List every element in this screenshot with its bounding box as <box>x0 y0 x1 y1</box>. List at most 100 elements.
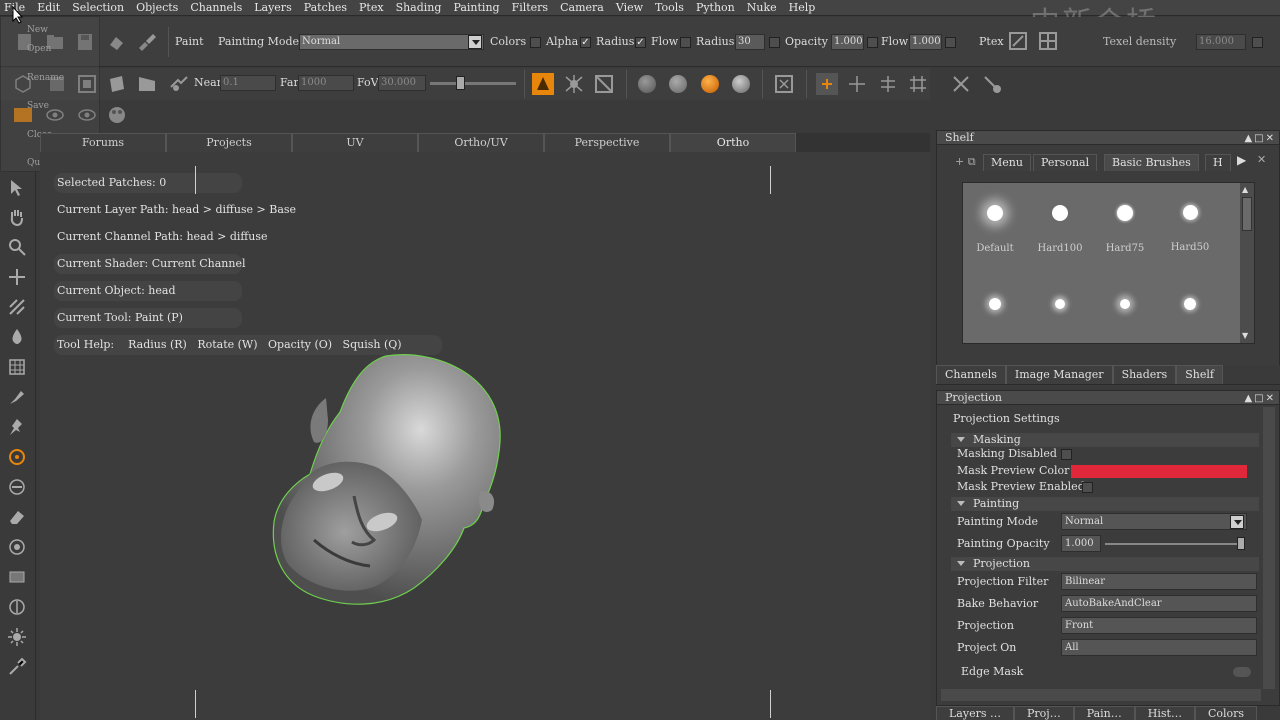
texel-density-input[interactable]: 16.000 <box>1196 34 1246 50</box>
painting-section[interactable]: Painting <box>951 497 1259 511</box>
tab-channels[interactable]: Channels <box>936 365 1006 384</box>
alpha-checkbox[interactable]: ✓ <box>580 37 591 48</box>
menu-tools[interactable]: Tools <box>649 0 690 16</box>
painting-mode-select[interactable]: Normal <box>299 34 484 50</box>
pin-tool-icon[interactable] <box>7 417 27 437</box>
select-tool-icon[interactable] <box>7 178 27 198</box>
move-tool-icon[interactable] <box>7 267 27 287</box>
brush-tool-icon[interactable] <box>136 31 158 53</box>
blur-tool-icon[interactable] <box>7 537 27 557</box>
tab-history[interactable]: Hist… <box>1134 706 1195 720</box>
material-sphere-icon[interactable] <box>701 75 719 93</box>
mask-preview-enabled-checkbox[interactable] <box>1082 482 1093 493</box>
3d-viewport[interactable]: Selected Patches: 0 Current Layer Path: … <box>40 152 930 720</box>
chevron-down-icon[interactable] <box>468 35 482 49</box>
tab-colors[interactable]: Colors <box>1194 706 1258 720</box>
projection-settings-header[interactable]: Projection Settings <box>953 410 1060 428</box>
shelf-tab-basic-brushes[interactable]: Basic Brushes <box>1104 154 1199 171</box>
menu-view[interactable]: View <box>610 0 649 16</box>
fov-input[interactable]: 30.000 <box>378 75 426 91</box>
file-menu-rename[interactable]: Rename <box>27 73 64 83</box>
uv-grid-icon[interactable] <box>7 357 27 377</box>
uv-layout-icon[interactable] <box>593 73 615 95</box>
tab-layers[interactable]: Layers … <box>936 706 1014 720</box>
clone-tool-icon[interactable] <box>7 477 27 497</box>
flat-sphere-icon[interactable] <box>732 75 750 93</box>
menu-patches[interactable]: Patches <box>298 0 353 16</box>
brush-default[interactable]: Default <box>965 205 1025 254</box>
shaded-sphere-icon[interactable] <box>638 75 656 93</box>
projection-v-scrollbar[interactable] <box>1263 407 1275 689</box>
menu-python[interactable]: Python <box>690 0 741 16</box>
camera-icon[interactable] <box>168 73 190 95</box>
grid-snap-icon[interactable] <box>907 73 929 95</box>
transform-tools-icon[interactable] <box>950 73 972 95</box>
menu-channels[interactable]: Channels <box>184 0 248 16</box>
scroll-up-icon[interactable]: ▲ <box>1242 185 1248 194</box>
project-on-select[interactable]: All <box>1061 639 1257 656</box>
panel-window-buttons[interactable]: ▲□✕ <box>1244 132 1276 145</box>
menu-filters[interactable]: Filters <box>506 0 555 16</box>
bake-behavior-select[interactable]: AutoBakeAndClear <box>1061 595 1257 612</box>
menu-objects[interactable]: Objects <box>130 0 184 16</box>
tab-painting[interactable]: Pain… <box>1073 706 1135 720</box>
tab-perspective[interactable]: Perspective <box>544 133 670 152</box>
flat-shading-icon[interactable] <box>136 73 158 95</box>
file-menu-save[interactable]: Save <box>27 101 49 111</box>
menu-painting[interactable]: Painting <box>447 0 505 16</box>
gradient-tool-icon[interactable] <box>7 567 27 587</box>
scroll-thumb[interactable] <box>1242 197 1252 231</box>
radius-lock-checkbox[interactable] <box>769 37 780 48</box>
tab-image-manager[interactable]: Image Manager <box>1005 365 1113 384</box>
fill-tool-icon[interactable] <box>7 597 27 617</box>
far-input[interactable]: 1000 <box>298 75 354 91</box>
edge-mask-header[interactable]: Edge Mask <box>961 663 1023 681</box>
align-icon[interactable] <box>877 73 899 95</box>
ptex-grid-icon[interactable] <box>1037 30 1059 52</box>
menu-edit[interactable]: Edit <box>31 0 66 16</box>
flow-checkbox[interactable] <box>680 37 691 48</box>
add-shelf-icon[interactable]: + ⧉ <box>955 155 976 169</box>
mask-preview-color-swatch[interactable] <box>1071 465 1247 478</box>
lit-sphere-icon[interactable] <box>669 75 687 93</box>
texel-density-checkbox[interactable] <box>1252 37 1263 48</box>
brush-grid-scrollbar[interactable]: ▲ ▼ <box>1240 183 1254 343</box>
shelf-tab-menu[interactable]: Menu <box>983 154 1031 171</box>
menu-camera[interactable]: Camera <box>554 0 610 16</box>
fov-slider-track[interactable] <box>430 82 516 85</box>
chevron-down-icon[interactable] <box>1230 515 1244 529</box>
menu-shading[interactable]: Shading <box>390 0 448 16</box>
paint-bucket-icon[interactable] <box>106 31 128 53</box>
tab-shelf[interactable]: Shelf <box>1176 365 1223 384</box>
paint-mode-icon[interactable] <box>532 73 554 95</box>
file-menu-new[interactable]: New <box>27 25 48 35</box>
projection-h-scrollbar[interactable] <box>941 689 1261 701</box>
opacity-input[interactable]: 1.000 <box>831 34 864 50</box>
hand-tool-icon[interactable] <box>7 207 27 227</box>
radius-checkbox[interactable]: ✓ <box>635 37 646 48</box>
snap-tools-icon[interactable] <box>981 73 1003 95</box>
crosshair-icon[interactable] <box>846 73 868 95</box>
colors-checkbox[interactable] <box>530 37 541 48</box>
head-model[interactable] <box>266 350 506 606</box>
brush-hard100[interactable]: Hard100 <box>1030 205 1090 254</box>
brush-preset[interactable] <box>1030 299 1090 309</box>
panel-window-buttons[interactable]: ▲□✕ <box>1244 392 1276 405</box>
transform-tool-icon[interactable] <box>7 297 27 317</box>
projection-select[interactable]: Front <box>1061 617 1257 634</box>
zoom-tool-icon[interactable] <box>7 237 27 257</box>
menu-help[interactable]: Help <box>783 0 822 16</box>
tab-shaders[interactable]: Shaders <box>1112 365 1177 384</box>
brush-hard75[interactable]: Hard75 <box>1095 205 1155 254</box>
shelf-tab-personal[interactable]: Personal <box>1033 154 1098 171</box>
paint-palette-icon[interactable] <box>106 104 128 126</box>
tab-scroll-right-icon[interactable]: ▶ <box>1237 153 1246 167</box>
eraser-tool-icon[interactable] <box>7 507 27 527</box>
masking-disabled-checkbox[interactable] <box>1061 449 1072 460</box>
near-input[interactable]: 0.1 <box>220 75 276 91</box>
brush-preset[interactable] <box>965 298 1025 310</box>
eyedropper-tool-icon[interactable] <box>7 657 27 677</box>
painting-opacity-input[interactable]: 1.000 <box>1061 535 1101 552</box>
flow-input[interactable]: 1.000 <box>909 34 942 50</box>
tab-ortho-uv[interactable]: Ortho/UV <box>418 133 544 152</box>
